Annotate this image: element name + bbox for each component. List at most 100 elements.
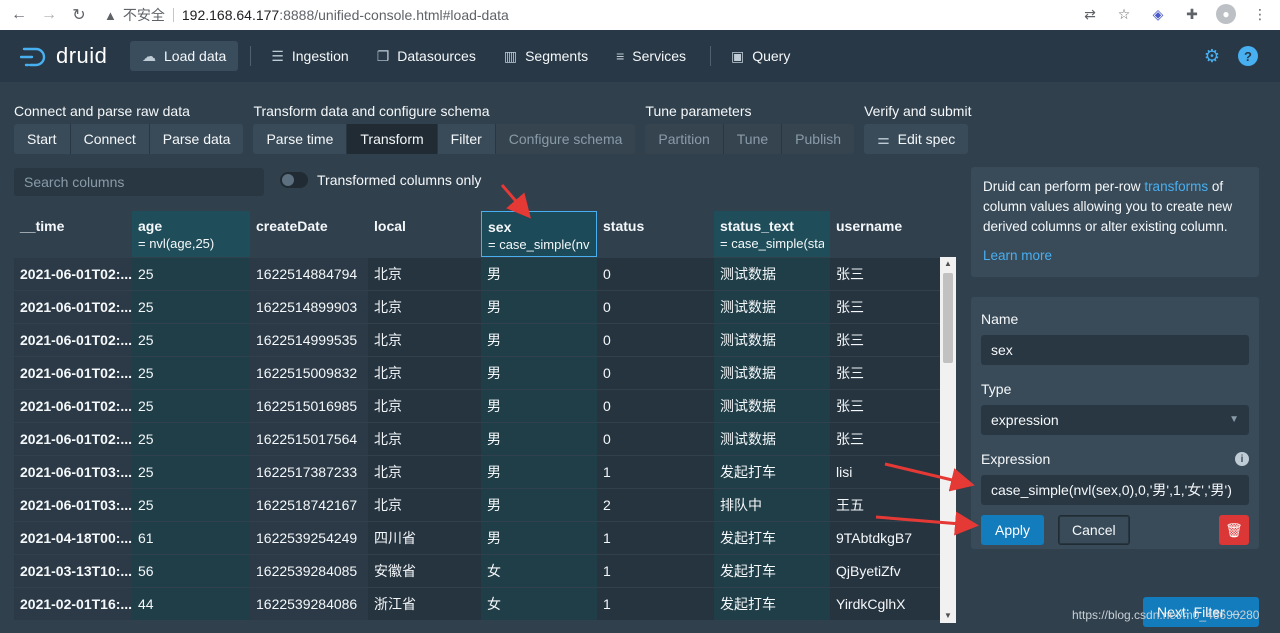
profile-avatar-icon[interactable]: ● bbox=[1216, 4, 1236, 24]
step-edit-spec[interactable]: ⚌ Edit spec bbox=[864, 124, 969, 154]
nav-datasources[interactable]: ❐ Datasources bbox=[365, 41, 488, 71]
back-icon[interactable]: ← bbox=[8, 4, 30, 26]
transform-editor-form: Name sex Type expression ▼ Expression i ca… bbox=[971, 297, 1259, 549]
table-cell: 北京 bbox=[368, 291, 481, 323]
table-cell: 1622514999535 bbox=[250, 324, 368, 356]
step-parse-data[interactable]: Parse data bbox=[149, 124, 244, 154]
column-name: status bbox=[603, 218, 645, 234]
cancel-button[interactable]: Cancel bbox=[1058, 515, 1130, 545]
table-cell: 张三 bbox=[830, 390, 944, 422]
transforms-link[interactable]: transforms bbox=[1144, 179, 1208, 194]
table-cell: 25 bbox=[132, 456, 250, 488]
table-cell: 2021-06-01T02:... bbox=[14, 357, 132, 389]
watermark-text: https://blog.csdn.net/m0_46690280 bbox=[1072, 608, 1260, 622]
table-cell: 56 bbox=[132, 555, 250, 587]
help-icon[interactable]: ? bbox=[1238, 46, 1258, 66]
table-cell: 2021-06-01T02:... bbox=[14, 324, 132, 356]
address-bar[interactable]: ▲ 不安全 192.168.64.177 :8888/unified-conso… bbox=[104, 2, 509, 28]
nav-load-data[interactable]: ☁ Load data bbox=[130, 41, 239, 71]
step-group-title: Verify and submit bbox=[864, 103, 972, 119]
translate-icon[interactable]: ⇄ bbox=[1080, 4, 1100, 24]
step-publish[interactable]: Publish bbox=[782, 124, 855, 154]
step-parse-time[interactable]: Parse time bbox=[253, 124, 348, 154]
menu-dots-icon[interactable]: ⋮ bbox=[1250, 4, 1270, 24]
url-host: 192.168.64.177 bbox=[181, 7, 280, 23]
name-input[interactable]: sex bbox=[981, 335, 1249, 365]
table-cell: 张三 bbox=[830, 258, 944, 290]
scroll-up-icon[interactable]: ▲ bbox=[940, 257, 956, 271]
stacked-chart-icon: ▥ bbox=[503, 47, 518, 64]
column-header-5[interactable]: status bbox=[597, 211, 714, 257]
forward-icon[interactable]: → bbox=[38, 4, 60, 26]
table-cell: 2021-04-18T00:... bbox=[14, 522, 132, 554]
transform-info-panel: Druid can perform per-row transforms of … bbox=[971, 167, 1259, 277]
column-name: sex bbox=[488, 219, 512, 235]
column-name: status_text bbox=[720, 218, 794, 234]
scroll-down-icon[interactable]: ▼ bbox=[940, 609, 956, 623]
step-configure-schema[interactable]: Configure schema bbox=[495, 124, 636, 154]
gear-icon[interactable]: ⚙ bbox=[1202, 46, 1222, 66]
column-header-4[interactable]: sex = case_simple(nvl( bbox=[481, 211, 597, 257]
nav-label: Services bbox=[632, 48, 686, 64]
nav-services[interactable]: ≡ Services bbox=[604, 41, 698, 71]
nav-ingestion[interactable]: ☰ Ingestion bbox=[259, 41, 360, 71]
column-header-7[interactable]: username bbox=[830, 211, 944, 257]
nav-query[interactable]: ▣ Query bbox=[719, 41, 802, 71]
table-cell: 张三 bbox=[830, 423, 944, 455]
table-cell: QjByetiZfv bbox=[830, 555, 944, 587]
scroll-thumb[interactable] bbox=[943, 273, 953, 363]
annotation-arrow-sex bbox=[500, 184, 531, 219]
learn-more-link[interactable]: Learn more bbox=[983, 246, 1247, 266]
search-columns-input[interactable]: Search columns bbox=[14, 168, 264, 196]
type-select[interactable]: expression ▼ bbox=[981, 405, 1249, 435]
column-expression: = nvl(age,25) bbox=[138, 236, 215, 251]
table-cell: 男 bbox=[481, 324, 597, 356]
reload-icon[interactable]: ↻ bbox=[68, 4, 90, 26]
step-filter[interactable]: Filter bbox=[437, 124, 496, 154]
caret-down-icon: ▼ bbox=[1229, 414, 1239, 425]
step-connect[interactable]: Connect bbox=[70, 124, 150, 154]
type-label-text: Type bbox=[981, 381, 1012, 397]
table-cell: 测试数据 bbox=[714, 258, 830, 290]
extension-cube-icon[interactable]: ◈ bbox=[1148, 4, 1168, 24]
table-cell: 44 bbox=[132, 588, 250, 620]
table-scrollbar[interactable]: ▲ ▼ bbox=[940, 257, 956, 623]
step-tune[interactable]: Tune bbox=[723, 124, 783, 154]
nav-divider bbox=[250, 46, 252, 66]
delete-button[interactable]: 🗑 bbox=[1219, 515, 1249, 545]
star-icon[interactable]: ☆ bbox=[1114, 4, 1134, 24]
table-cell: 1 bbox=[597, 522, 714, 554]
column-name: createDate bbox=[256, 218, 328, 234]
table-cell: 2021-06-01T02:... bbox=[14, 291, 132, 323]
puzzle-icon[interactable]: ✚ bbox=[1182, 4, 1202, 24]
druid-logo[interactable]: druid bbox=[19, 43, 130, 69]
step-start[interactable]: Start bbox=[14, 124, 71, 154]
table-row: 2021-02-01T16:... 44 1622539284086 浙江省女 1 发起打… bbox=[14, 587, 958, 620]
step-partition[interactable]: Partition bbox=[645, 124, 724, 154]
table-cell: 北京 bbox=[368, 423, 481, 455]
column-header-0[interactable]: __time bbox=[14, 211, 132, 257]
table-cell: 北京 bbox=[368, 489, 481, 521]
table-cell: 2 bbox=[597, 489, 714, 521]
column-header-1[interactable]: age = nvl(age,25) bbox=[132, 211, 250, 257]
table-row: 2021-06-01T03:... 25 1622517387233 北京男 1 发起打车… bbox=[14, 455, 958, 488]
nav-segments[interactable]: ▥ Segments bbox=[492, 41, 600, 71]
expression-input[interactable]: case_simple(nvl(sex,0),0,'男',1,'女','男') bbox=[981, 475, 1249, 505]
table-cell: 9TAbtdkgB7 bbox=[830, 522, 944, 554]
apply-button[interactable]: Apply bbox=[981, 515, 1045, 545]
table-cell: 发起打车 bbox=[714, 555, 830, 587]
main-nav: ☁ Load data ☰ Ingestion ❐ Datasources ▥ Segm… bbox=[130, 30, 806, 82]
table-cell: 测试数据 bbox=[714, 390, 830, 422]
transformed-only-toggle[interactable] bbox=[280, 172, 308, 188]
cloud-upload-icon: ☁ bbox=[142, 47, 156, 64]
column-header-6[interactable]: status_text = case_simple(stat bbox=[714, 211, 830, 257]
table-cell: 1622515009832 bbox=[250, 357, 368, 389]
expression-label: Expression i bbox=[981, 449, 1249, 469]
info-icon[interactable]: i bbox=[1235, 452, 1249, 466]
step-transform[interactable]: Transform bbox=[347, 124, 438, 154]
table-cell: 张三 bbox=[830, 357, 944, 389]
database-icon: ≡ bbox=[616, 48, 625, 64]
table-cell: 1 bbox=[597, 588, 714, 620]
column-header-2[interactable]: createDate bbox=[250, 211, 368, 257]
column-header-3[interactable]: local bbox=[368, 211, 481, 257]
